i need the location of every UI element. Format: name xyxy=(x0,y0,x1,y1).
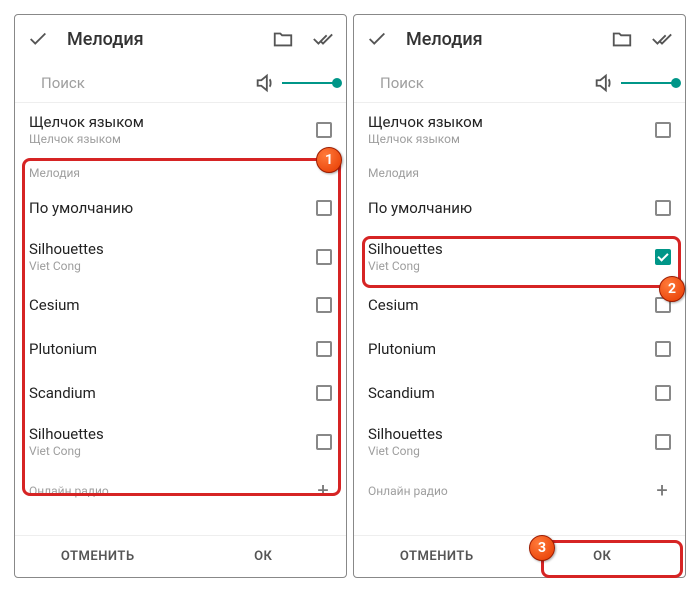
list-item[interactable]: Scandium xyxy=(354,371,685,415)
melody-list: Щелчок языком Щелчок языком Мелодия По у… xyxy=(354,103,685,535)
item-title: По умолчанию xyxy=(368,199,655,217)
searchbar xyxy=(354,63,685,103)
melody-list: Щелчок языком Щелчок языком Мелодия По у… xyxy=(15,103,346,535)
item-subtitle: Щелчок языком xyxy=(368,132,655,146)
searchbar xyxy=(15,63,346,103)
screen-title: Мелодия xyxy=(67,29,254,50)
item-title: Silhouettes xyxy=(368,425,655,443)
done-all-icon[interactable] xyxy=(651,28,673,50)
list-item[interactable]: Щелчок языком Щелчок языком xyxy=(15,103,346,156)
list-item[interactable]: По умолчанию xyxy=(15,186,346,230)
search-input[interactable] xyxy=(380,74,579,92)
item-subtitle: Щелчок языком xyxy=(29,132,316,146)
volume-icon xyxy=(254,72,276,94)
list-item[interactable]: Silhouettes Viet Cong xyxy=(15,415,346,468)
checkbox[interactable] xyxy=(316,122,332,138)
list-item[interactable]: Silhouettes Viet Cong xyxy=(354,415,685,468)
folder-icon[interactable] xyxy=(272,28,294,50)
section-label-online: Онлайн радио xyxy=(29,484,314,498)
checkbox[interactable] xyxy=(655,385,671,401)
list-item[interactable]: Cesium xyxy=(354,283,685,327)
list-item[interactable]: Plutonium xyxy=(15,327,346,371)
checkbox-checked[interactable] xyxy=(655,249,671,265)
plus-icon[interactable]: + xyxy=(314,478,332,502)
checkbox[interactable] xyxy=(316,249,332,265)
volume-control[interactable] xyxy=(254,72,337,94)
checkbox[interactable] xyxy=(316,297,332,313)
ok-button[interactable]: ОК xyxy=(520,536,686,577)
list-item[interactable]: Cesium xyxy=(15,283,346,327)
item-subtitle: Viet Cong xyxy=(29,444,316,458)
checkbox[interactable] xyxy=(655,297,671,313)
volume-slider[interactable] xyxy=(621,82,676,84)
item-title: Scandium xyxy=(368,384,655,402)
checkbox[interactable] xyxy=(316,385,332,401)
checkbox[interactable] xyxy=(655,200,671,216)
ok-button[interactable]: ОК xyxy=(181,536,347,577)
volume-slider[interactable] xyxy=(282,82,337,84)
item-subtitle: Viet Cong xyxy=(29,259,316,273)
item-title: По умолчанию xyxy=(29,199,316,217)
topbar: Мелодия xyxy=(354,15,685,63)
item-title: Silhouettes xyxy=(368,240,655,258)
footer: ОТМЕНИТЬ ОК xyxy=(15,535,346,577)
item-subtitle: Viet Cong xyxy=(368,259,655,273)
item-title: Щелчок языком xyxy=(368,113,655,131)
list-item[interactable]: Silhouettes Viet Cong xyxy=(15,230,346,283)
item-title: Щелчок языком xyxy=(29,113,316,131)
item-title: Cesium xyxy=(29,296,316,314)
cancel-button[interactable]: ОТМЕНИТЬ xyxy=(354,536,520,577)
check-icon[interactable] xyxy=(366,28,388,50)
item-title: Scandium xyxy=(29,384,316,402)
checkbox[interactable] xyxy=(655,122,671,138)
item-title: Silhouettes xyxy=(29,240,316,258)
list-item[interactable]: По умолчанию xyxy=(354,186,685,230)
checkbox[interactable] xyxy=(316,341,332,357)
section-label-melody: Мелодия xyxy=(15,156,346,186)
footer: ОТМЕНИТЬ ОК xyxy=(354,535,685,577)
item-title: Cesium xyxy=(368,296,655,314)
checkbox[interactable] xyxy=(316,200,332,216)
search-input[interactable] xyxy=(41,74,240,92)
section-label-online: Онлайн радио xyxy=(368,484,653,498)
checkbox[interactable] xyxy=(655,434,671,450)
section-online-radio[interactable]: Онлайн радио + xyxy=(15,468,346,512)
list-item[interactable]: Plutonium xyxy=(354,327,685,371)
check-icon[interactable] xyxy=(27,28,49,50)
section-online-radio[interactable]: Онлайн радио + xyxy=(354,468,685,512)
list-item[interactable]: Щелчок языком Щелчок языком xyxy=(354,103,685,156)
item-title: Silhouettes xyxy=(29,425,316,443)
done-all-icon[interactable] xyxy=(312,28,334,50)
volume-icon xyxy=(593,72,615,94)
phone-left: Мелодия Щелчок языком Щелчок языком Мело… xyxy=(14,14,347,578)
phone-right: Мелодия Щелчок языком Щелчок языком Мело… xyxy=(353,14,686,578)
volume-control[interactable] xyxy=(593,72,676,94)
item-title: Plutonium xyxy=(368,340,655,358)
list-item[interactable]: Scandium xyxy=(15,371,346,415)
item-title: Plutonium xyxy=(29,340,316,358)
cancel-button[interactable]: ОТМЕНИТЬ xyxy=(15,536,181,577)
list-item-selected[interactable]: Silhouettes Viet Cong xyxy=(354,230,685,283)
checkbox[interactable] xyxy=(316,434,332,450)
screen-title: Мелодия xyxy=(406,29,593,50)
folder-icon[interactable] xyxy=(611,28,633,50)
checkbox[interactable] xyxy=(655,341,671,357)
topbar: Мелодия xyxy=(15,15,346,63)
item-subtitle: Viet Cong xyxy=(368,444,655,458)
plus-icon[interactable]: + xyxy=(653,478,671,502)
section-label-melody: Мелодия xyxy=(354,156,685,186)
